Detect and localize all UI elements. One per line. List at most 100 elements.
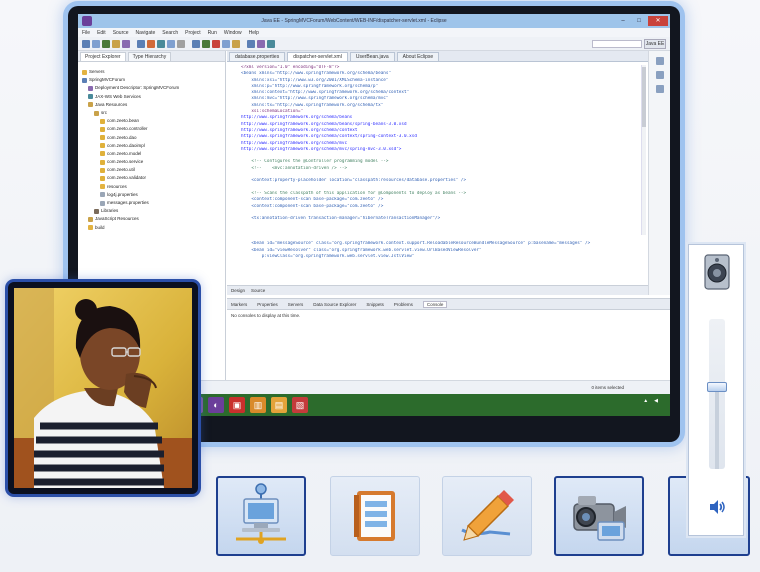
tree-item-label: com.zeeto.service: [107, 159, 144, 165]
tree-item[interactable]: Java Resources: [82, 101, 225, 109]
menu-item-file[interactable]: File: [82, 30, 90, 36]
participant-photo: [14, 288, 192, 488]
tree-item[interactable]: src: [82, 109, 225, 117]
toolbar-button-icon[interactable]: [157, 39, 165, 48]
toolbar-button-icon[interactable]: [147, 39, 155, 48]
menu-item-source[interactable]: Source: [113, 30, 129, 36]
notepad-icon[interactable]: ▥: [250, 397, 266, 413]
tab-project-explorer[interactable]: Project Explorer: [80, 52, 126, 61]
close-button[interactable]: ✕: [648, 16, 668, 26]
tab-markers[interactable]: Markers: [231, 302, 247, 307]
tree-item-label: com.zeeto.util: [107, 167, 135, 173]
share-desktop-button[interactable]: [216, 476, 306, 556]
palette-view-icon[interactable]: [655, 85, 664, 93]
tree-item[interactable]: com.zeeto.util: [82, 166, 225, 174]
toolbar-button-icon[interactable]: [222, 39, 230, 48]
tree-item[interactable]: com.zeeto.controller: [82, 125, 225, 133]
tree-item[interactable]: Servers: [82, 68, 225, 76]
tree-item[interactable]: Libraries: [82, 207, 225, 215]
toolbar-button-icon[interactable]: [137, 39, 145, 48]
tree-item-label: JavaScript Resources: [95, 216, 139, 222]
document-button[interactable]: [330, 476, 420, 556]
tree-item[interactable]: com.zeeto.service: [82, 158, 225, 166]
toolbar-button-icon[interactable]: [247, 39, 255, 48]
editor-scrollbar[interactable]: [641, 65, 646, 235]
speaker-mute-icon: [710, 500, 725, 514]
menu-item-edit[interactable]: Edit: [97, 30, 106, 36]
volume-tray-icon[interactable]: ◀: [654, 398, 658, 404]
menu-item-run[interactable]: Run: [208, 30, 217, 36]
toolbar-button-icon[interactable]: [167, 39, 175, 48]
menu-item-help[interactable]: Help: [249, 30, 259, 36]
tree-item[interactable]: SpringMVCForum: [82, 76, 225, 84]
code-area[interactable]: <?xml version="1.0" encoding="UTF-8"?> <b…: [227, 62, 648, 260]
editor-tab[interactable]: dispatcher-servlet.xml: [287, 52, 348, 61]
minimize-button[interactable]: –: [616, 16, 630, 26]
menu-item-navigate[interactable]: Navigate: [136, 30, 156, 36]
toolbar-button-icon[interactable]: [202, 39, 210, 48]
tab-properties[interactable]: Properties: [257, 302, 278, 307]
toolbar-button-icon[interactable]: [112, 39, 120, 48]
volume-slider-track[interactable]: [709, 319, 725, 469]
project-icon: [82, 77, 87, 83]
tree-item[interactable]: com.zeeto.daoimpl: [82, 142, 225, 150]
toolbar-button-icon[interactable]: [82, 39, 90, 48]
tree-item[interactable]: JAX-WS Web Services: [82, 93, 225, 101]
toolbar-button-icon[interactable]: [192, 39, 200, 48]
toolbar-button-icon[interactable]: [92, 39, 100, 48]
editor-tab[interactable]: About Eclipse: [396, 52, 440, 61]
maximize-button[interactable]: □: [632, 16, 646, 26]
tree-item-label: com.zeeto.daoimpl: [107, 142, 145, 148]
editor-tab[interactable]: database.properties: [229, 52, 286, 61]
tab-console[interactable]: Console: [422, 300, 448, 308]
tree-item[interactable]: Deployment Descriptor: SpringMVCForum: [82, 84, 225, 92]
perspective-button[interactable]: Java EE: [644, 39, 666, 49]
toolbar-button-icon[interactable]: [257, 39, 265, 48]
toolbar-button-icon[interactable]: [102, 39, 110, 48]
eclipse-icon[interactable]: ◐: [208, 397, 224, 413]
menu-item-window[interactable]: Window: [224, 30, 242, 36]
video-button[interactable]: [554, 476, 644, 556]
folder-icon: [100, 184, 105, 190]
editor-mode-tab-design[interactable]: Design: [231, 288, 245, 293]
speaker-icon: [704, 254, 730, 290]
file-icon: [100, 200, 105, 206]
outline-view-icon[interactable]: [655, 57, 664, 65]
tree-item[interactable]: com.zeeto.dao: [82, 134, 225, 142]
toolbar-button-icon[interactable]: [232, 39, 240, 48]
tree-item[interactable]: JavaScript Resources: [82, 215, 225, 223]
js-icon: [88, 216, 93, 222]
mute-button[interactable]: [705, 495, 729, 519]
menu-item-project[interactable]: Project: [185, 30, 201, 36]
tree-item[interactable]: com.zeeto.bean: [82, 117, 225, 125]
quick-access-input[interactable]: [592, 40, 642, 48]
whiteboard-button[interactable]: [442, 476, 532, 556]
tree-item[interactable]: resources: [82, 183, 225, 191]
app-icon[interactable]: ▧: [292, 397, 308, 413]
tree-item[interactable]: log4j.properties: [82, 191, 225, 199]
pdf-icon[interactable]: ▣: [229, 397, 245, 413]
scrollbar-thumb[interactable]: [642, 67, 646, 127]
toolbar-button-icon[interactable]: [267, 39, 275, 48]
network-icon[interactable]: ▲: [643, 398, 648, 404]
editor-tabs: database.properties dispatcher-servlet.xm…: [227, 51, 648, 62]
editor-tab[interactable]: UserBean.java: [349, 52, 395, 61]
folder-icon[interactable]: ▤: [271, 397, 287, 413]
tab-servers[interactable]: Servers: [288, 302, 304, 307]
task-list-icon[interactable]: [655, 71, 664, 79]
tab-type-hierarchy[interactable]: Type Hierarchy: [127, 52, 172, 61]
tree-item[interactable]: build: [82, 224, 225, 232]
tab-problems[interactable]: Problems: [394, 302, 413, 307]
toolbar-button-icon[interactable]: [177, 39, 185, 48]
tree-item[interactable]: messages.properties: [82, 199, 225, 207]
tree-item[interactable]: com.zeeto.validator: [82, 174, 225, 182]
volume-slider-thumb[interactable]: [707, 381, 727, 392]
toolbar-button-icon[interactable]: [122, 39, 130, 48]
notebook-icon: [354, 491, 395, 541]
editor-mode-tab-source[interactable]: Source: [251, 288, 265, 293]
menu-item-search[interactable]: Search: [162, 30, 178, 36]
tab-data-source-explorer[interactable]: Data Source Explorer: [313, 302, 356, 307]
tree-item[interactable]: com.zeeto.model: [82, 150, 225, 158]
toolbar-button-icon[interactable]: [212, 39, 220, 48]
tab-snippets[interactable]: Snippets: [366, 302, 384, 307]
